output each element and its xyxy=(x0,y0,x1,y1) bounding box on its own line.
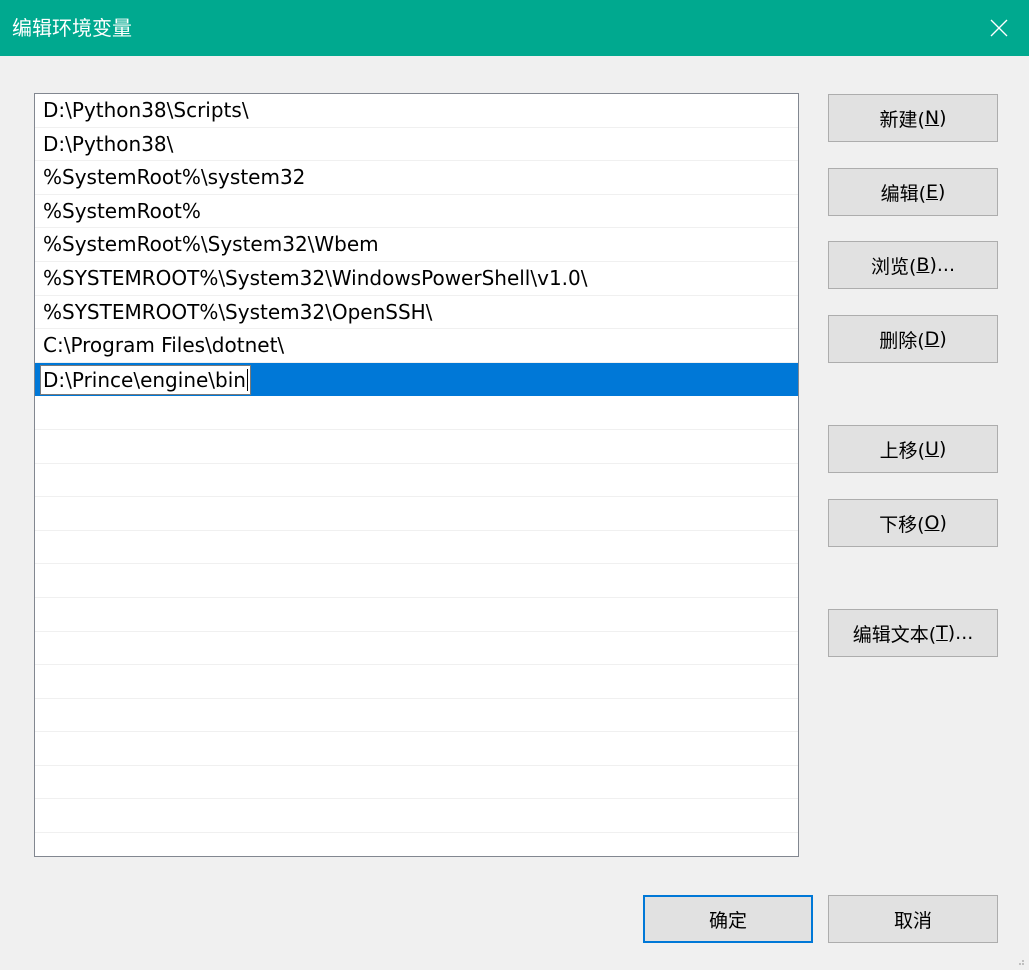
list-item-empty[interactable] xyxy=(35,766,798,800)
list-item-empty[interactable] xyxy=(35,699,798,733)
env-var-list[interactable]: D:\Python38\Scripts\ D:\Python38\ %Syste… xyxy=(34,93,799,857)
list-item-empty[interactable] xyxy=(35,732,798,766)
edit-text-button[interactable]: 编辑文本(T)... xyxy=(828,609,998,657)
window-title: 编辑环境变量 xyxy=(12,16,132,40)
list-item[interactable]: %SYSTEMROOT%\System32\WindowsPowerShell\… xyxy=(35,262,798,296)
list-item-empty[interactable] xyxy=(35,497,798,531)
text-caret xyxy=(246,368,248,391)
delete-button[interactable]: 删除(D) xyxy=(828,315,998,363)
list-item[interactable]: %SYSTEMROOT%\System32\OpenSSH\ xyxy=(35,296,798,330)
list-item-empty[interactable] xyxy=(35,598,798,632)
move-up-button[interactable]: 上移(U) xyxy=(828,425,998,473)
resize-grip-icon[interactable] xyxy=(1015,956,1025,966)
list-item-empty[interactable] xyxy=(35,665,798,699)
path-edit-value: D:\Prince\engine\bin xyxy=(43,367,246,392)
list-item-empty[interactable] xyxy=(35,799,798,834)
list-item[interactable]: %SystemRoot%\system32 xyxy=(35,161,798,195)
cancel-button[interactable]: 取消 xyxy=(828,895,998,943)
title-bar: 编辑环境变量 xyxy=(0,0,1029,56)
list-item[interactable]: D:\Python38\Scripts\ xyxy=(35,94,798,128)
list-item[interactable]: D:\Python38\ xyxy=(35,128,798,162)
list-item-empty[interactable] xyxy=(35,430,798,464)
list-item-empty[interactable] xyxy=(35,531,798,565)
move-down-button[interactable]: 下移(O) xyxy=(828,499,998,547)
list-item-empty[interactable] xyxy=(35,396,798,430)
close-button[interactable] xyxy=(969,0,1029,56)
list-item[interactable]: %SystemRoot%\System32\Wbem xyxy=(35,228,798,262)
path-edit-field[interactable]: D:\Prince\engine\bin xyxy=(40,364,251,395)
browse-button[interactable]: 浏览(B)... xyxy=(828,241,998,289)
list-item-selected[interactable]: D:\Prince\engine\bin xyxy=(35,362,798,397)
list-item-empty[interactable] xyxy=(35,632,798,666)
list-item-empty[interactable] xyxy=(35,464,798,498)
list-item[interactable]: C:\Program Files\dotnet\ xyxy=(35,329,798,363)
close-icon xyxy=(990,19,1008,37)
new-button[interactable]: 新建(N) xyxy=(828,94,998,142)
list-item[interactable]: %SystemRoot% xyxy=(35,195,798,229)
list-item-empty[interactable] xyxy=(35,833,798,856)
edit-button[interactable]: 编辑(E) xyxy=(828,168,998,216)
list-item-empty[interactable] xyxy=(35,564,798,598)
ok-button[interactable]: 确定 xyxy=(643,895,813,943)
